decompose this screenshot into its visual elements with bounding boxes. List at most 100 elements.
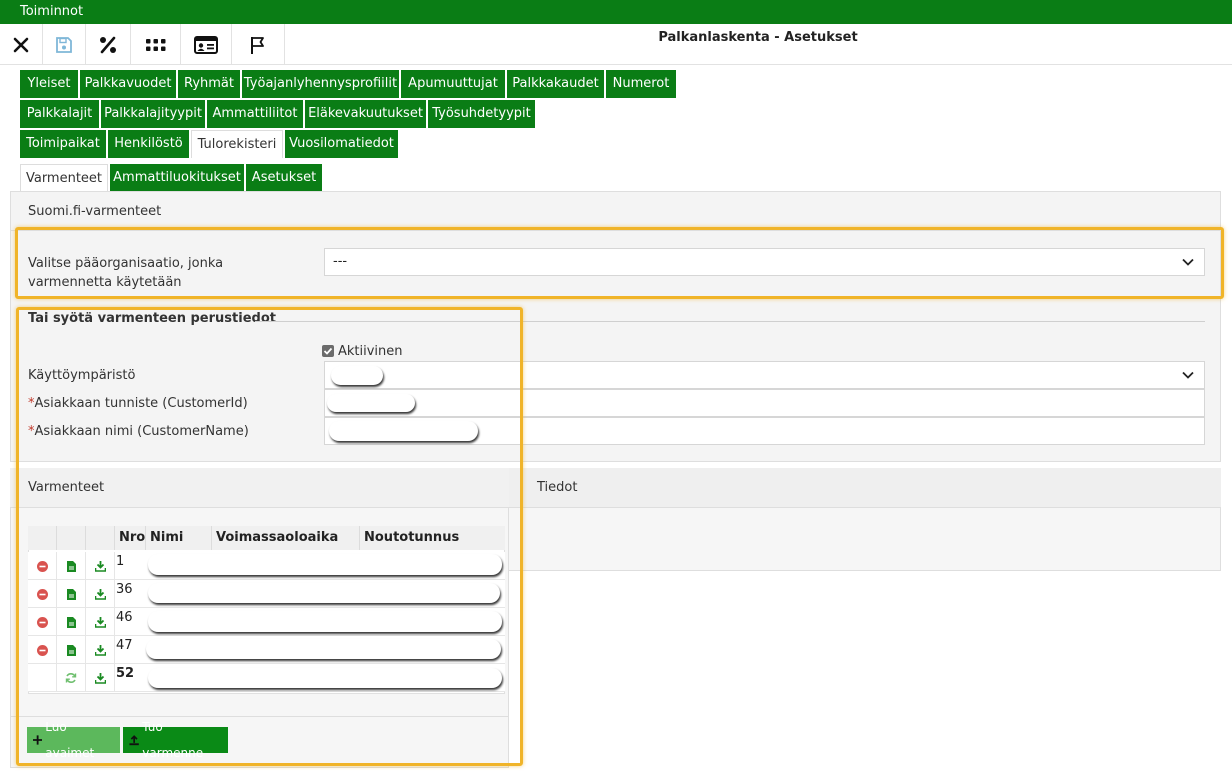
tab-palkkavuodet[interactable]: Palkkavuodet [80,70,176,98]
tab-ryhmat[interactable]: Ryhmät [178,70,240,98]
create-keys-label: Luo avaimet [45,720,95,760]
grid-header-action [28,526,57,550]
download-button[interactable] [86,608,115,636]
org-select-value: --- [333,254,348,269]
download-button[interactable] [86,552,115,580]
file-button[interactable] [57,608,86,636]
download-button[interactable] [86,580,115,608]
subtab-ammattiluokitukset[interactable]: Ammattiluokitukset [110,164,244,192]
import-certificate-button[interactable]: Tuo varmenne [123,720,228,760]
delete-button[interactable] [28,580,57,608]
tab-palkkalajityypit[interactable]: Palkkalajityypit [101,100,205,128]
percent-icon [100,36,116,53]
refresh-icon [65,673,77,683]
active-checkbox[interactable] [322,345,334,357]
grid-header-action [57,526,86,550]
app-menu-title[interactable]: Toiminnot [20,4,83,19]
row-nro: 47 [116,638,133,653]
file-button[interactable] [57,636,86,664]
redacted-value [148,668,502,688]
import-certificate-label: Tuo varmenne [142,720,204,760]
close-icon [13,37,29,52]
percent-button[interactable] [86,24,131,65]
id-card-button[interactable] [181,24,232,65]
subtab-asetukset[interactable]: Asetukset [246,164,322,192]
tab-vuosilomatiedot[interactable]: Vuosilomatiedot [285,130,398,158]
file-icon [66,560,76,572]
close-button[interactable] [0,24,43,65]
row-nro: 36 [116,582,133,597]
tab-toimipaikat[interactable]: Toimipaikat [20,130,106,158]
tab-elakevakuutukset[interactable]: Eläkevakuutukset [305,100,426,128]
tab-numerot[interactable]: Numerot [606,70,676,98]
tab-tyoajanlyhennysprofiilit[interactable]: Työajanlyhennysprofiilit [242,70,399,98]
redacted-value [329,421,478,441]
file-button[interactable] [57,580,86,608]
details-title: Tiedot [537,480,578,495]
download-icon [94,672,106,684]
redacted-value [148,554,502,575]
environment-label: Käyttöympäristö [28,368,136,383]
grid-button[interactable] [131,24,181,65]
refresh-button[interactable] [57,664,86,692]
redacted-value [148,611,502,632]
column-header-noutotunnus[interactable]: Noutotunnus [360,526,505,550]
id-card-icon [194,35,218,54]
subtab-varmenteet[interactable]: Varmenteet [20,164,108,192]
download-icon [94,644,106,656]
org-select[interactable]: --- [324,248,1205,276]
section-title: Suomi.fi-varmenteet [28,204,162,219]
download-button[interactable] [86,664,115,692]
save-icon [56,36,72,53]
download-icon [94,560,106,572]
flag-button[interactable] [232,24,285,65]
delete-icon [36,560,48,572]
tab-palkkakaudet[interactable]: Palkkakaudet [507,70,604,98]
app-menu-bar[interactable]: Toiminnot [0,0,1232,24]
redacted-value [327,394,415,412]
page-title: Palkanlaskenta - Asetukset [658,30,858,45]
delete-button[interactable] [28,552,57,580]
delete-icon [36,588,48,600]
file-button[interactable] [57,552,86,580]
delete-button[interactable] [28,608,57,636]
details-header [509,468,1221,508]
column-header-nimi[interactable]: Nimi [146,526,212,550]
chevron-down-icon [1182,371,1194,379]
org-select-label: Valitse pääorganisaatio, jonka varmennet… [28,256,224,290]
column-header-nro[interactable]: Nro [115,526,146,550]
download-button[interactable] [86,636,115,664]
tab-tulorekisteri[interactable]: Tulorekisteri [191,130,283,158]
row-nro: 46 [116,610,133,625]
tab-yleiset[interactable]: Yleiset [20,70,78,98]
section-header [10,191,1221,231]
basic-info-legend: Tai syötä varmenteen perustiedot [28,311,276,326]
plus-icon [33,735,43,745]
delete-icon [36,644,48,656]
check-icon [323,347,333,355]
tab-henkilosto[interactable]: Henkilöstö [108,130,189,158]
save-button[interactable] [43,24,86,65]
customer-name-label: *Asiakkaan nimi (CustomerName) [28,424,249,439]
upload-icon [129,734,139,745]
tab-tyosuhdetyypit[interactable]: Työsuhdetyypit [428,100,535,128]
row-nro: 1 [116,554,125,569]
tab-palkkalajit[interactable]: Palkkalajit [20,100,99,128]
redacted-value [146,639,501,659]
create-keys-button[interactable]: Luo avaimet [27,720,120,760]
customer-id-input[interactable] [324,389,1205,417]
tab-apumuuttujat[interactable]: Apumuuttujat [401,70,505,98]
file-icon [66,588,76,600]
active-label: Aktiivinen [338,344,403,359]
empty-cell [28,664,57,692]
delete-button[interactable] [28,636,57,664]
legend-divider [255,321,1205,322]
certificates-title: Varmenteet [28,480,105,495]
file-icon [66,644,76,656]
tab-ammattiliitot[interactable]: Ammattiliitot [207,100,303,128]
delete-icon [36,616,48,628]
environment-select[interactable] [324,361,1205,389]
column-header-voimassaoloaika[interactable]: Voimassaoloaika [212,526,360,550]
download-icon [94,588,106,600]
grid-header-action [86,526,115,550]
